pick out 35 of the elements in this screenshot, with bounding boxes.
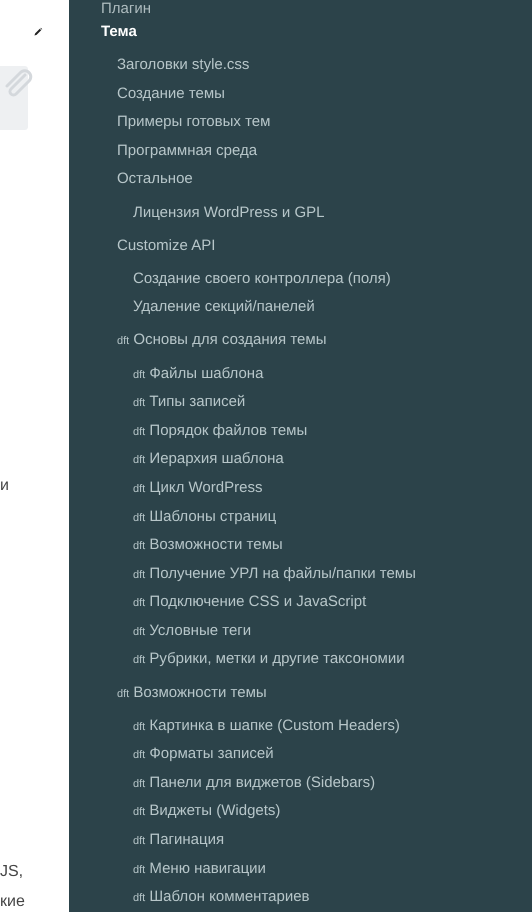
nav-link[interactable]: dft Цикл WordPress: [133, 474, 532, 502]
text-fragment: кие: [0, 892, 25, 912]
nav-link[interactable]: dft Рубрики, метки и другие таксономии: [133, 645, 532, 674]
nav-link[interactable]: Создание своего контроллера (поля): [133, 264, 532, 294]
nav-link[interactable]: dft Картинка в шапке (Custom Headers): [133, 712, 532, 740]
text-fragment: и: [0, 476, 9, 496]
nav-link[interactable]: dft Получение УРЛ на файлы/папки темы: [133, 560, 532, 588]
nav-link[interactable]: Лицензия WordPress и GPL: [133, 198, 532, 228]
nav-link[interactable]: Примеры готовых тем: [117, 108, 532, 137]
nav-link[interactable]: dft Пагинация: [133, 826, 532, 855]
nav-link[interactable]: dft Возможности темы: [117, 678, 532, 708]
nav-link[interactable]: Создание темы: [117, 80, 532, 108]
nav-link[interactable]: Программная среда: [117, 136, 532, 166]
nav-link[interactable]: dft Условные теги: [133, 616, 532, 646]
nav-link[interactable]: Плагин: [101, 0, 532, 18]
nav-link[interactable]: dft Основы для создания темы: [117, 326, 532, 356]
nav-link[interactable]: dft Возможности темы: [133, 531, 532, 560]
nav-link[interactable]: dft Шаблон комментариев: [133, 883, 532, 912]
paperclip-icon: [3, 68, 33, 99]
nav-link[interactable]: dft Файлы шаблона: [133, 360, 532, 388]
nav-link[interactable]: Customize API: [117, 232, 532, 260]
nav-link[interactable]: dft Панели для виджетов (Sidebars): [133, 768, 532, 798]
text-fragment: JS,: [0, 862, 24, 882]
nav-link[interactable]: dft Шаблоны страниц: [133, 502, 532, 532]
nav-link[interactable]: dft Подключение CSS и JavaScript: [133, 588, 532, 617]
nav-link[interactable]: Тема: [101, 18, 532, 47]
nav-link[interactable]: dft Меню навигации: [133, 854, 532, 884]
nav-link[interactable]: dft Иерархия шаблона: [133, 445, 532, 474]
nav-link[interactable]: Остальное: [117, 165, 532, 194]
nav-link[interactable]: dft Виджеты (Widgets): [133, 797, 532, 826]
nav-link[interactable]: dft Типы записей: [133, 388, 532, 417]
nav-link[interactable]: Заголовки style.css: [117, 51, 532, 80]
nav-link[interactable]: dft Порядок файлов темы: [133, 416, 532, 446]
nav-link[interactable]: Удаление секций/панелей: [133, 293, 532, 322]
nav-link[interactable]: dft Форматы записей: [133, 740, 532, 769]
